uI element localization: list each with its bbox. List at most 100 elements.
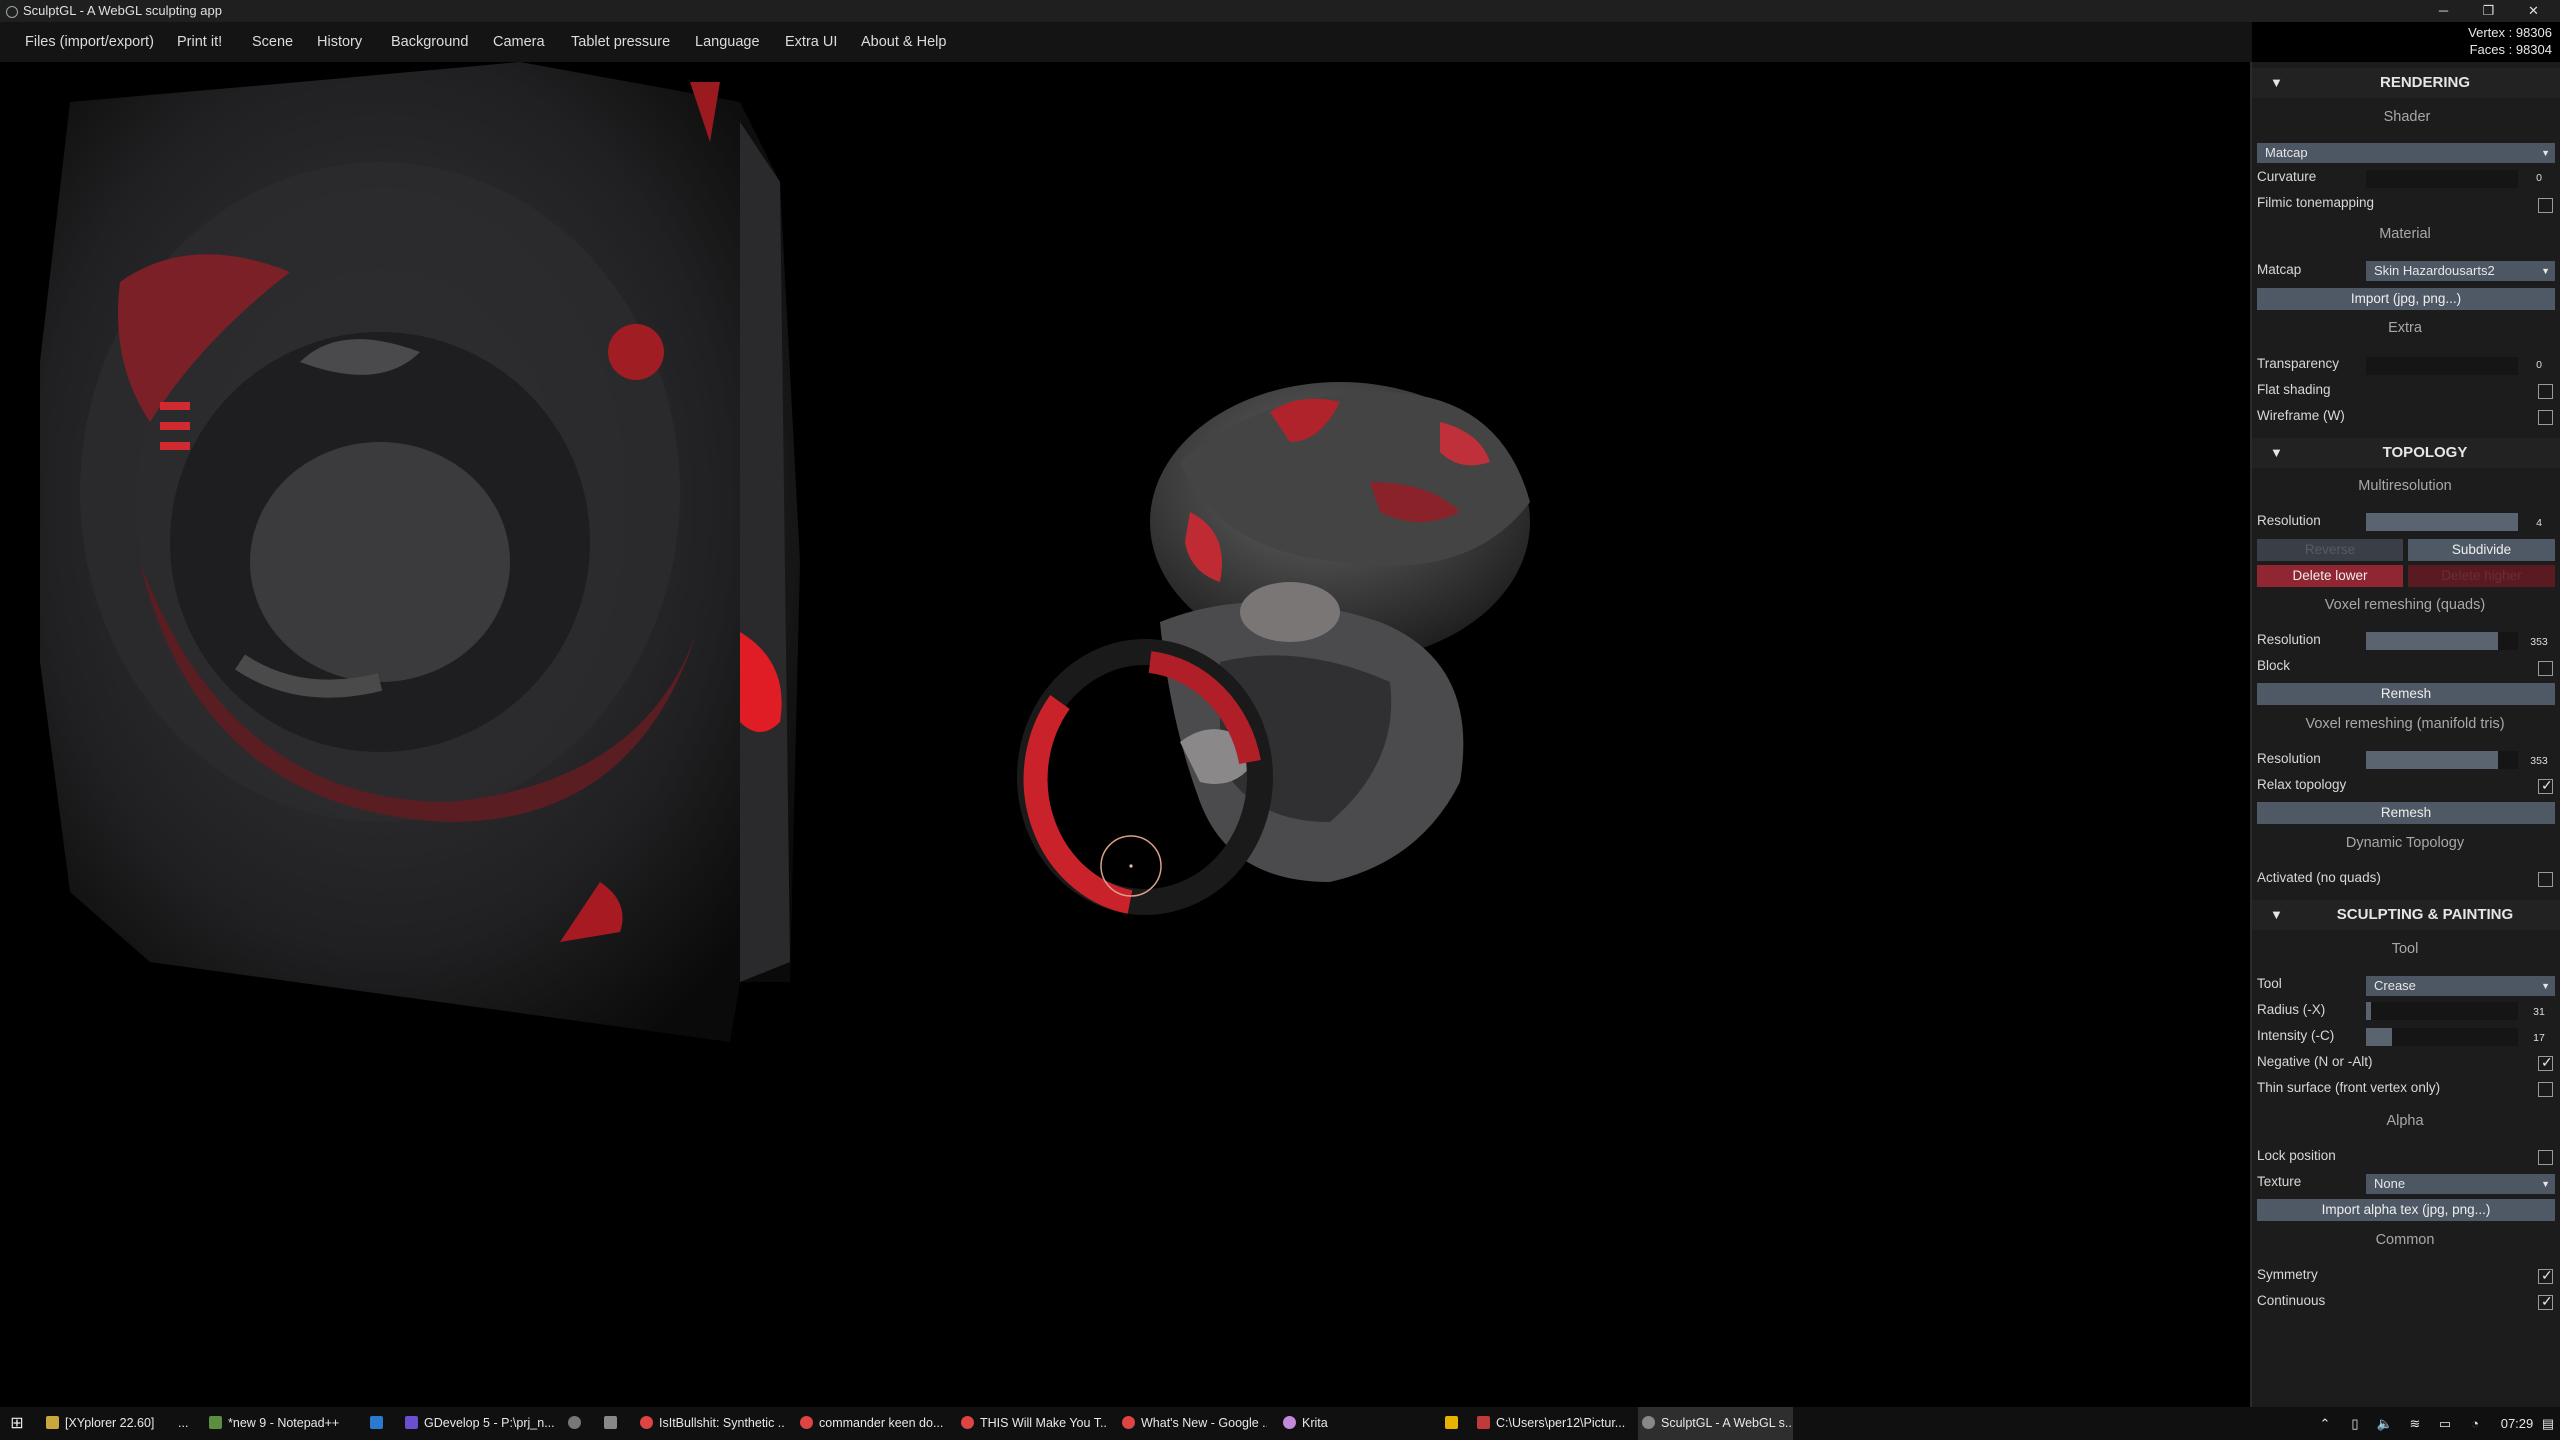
filmic-checkbox[interactable] <box>2538 198 2553 213</box>
menu-tablet-pressure[interactable]: Tablet pressure <box>571 22 670 62</box>
voxel-quads-subtitle: Voxel remeshing (quads) <box>2324 597 2486 613</box>
tray-device-icon[interactable]: ▯ <box>2345 1407 2365 1440</box>
voxel-quads-resolution-value[interactable]: 353 <box>2524 636 2554 648</box>
tray-chevron-up-icon[interactable]: ⌃ <box>2315 1407 2335 1440</box>
voxel-tris-resolution-label: Resolution <box>2257 751 2321 766</box>
radius-slider[interactable] <box>2366 1002 2518 1020</box>
chevron-down-icon: ▼ <box>2541 981 2550 991</box>
lock-position-checkbox[interactable] <box>2538 1150 2553 1165</box>
vertex-count: Vertex : 98306 <box>2468 25 2552 40</box>
continuous-checkbox[interactable]: ✓ <box>2538 1293 2553 1310</box>
voxel-quads-resolution-slider[interactable] <box>2366 632 2518 650</box>
curvature-label: Curvature <box>2257 169 2317 184</box>
transparency-label: Transparency <box>2257 356 2340 371</box>
taskbar-item-explorer[interactable]: C:\Users\per12\Pictur... <box>1477 1407 1632 1440</box>
menu-extra-ui[interactable]: Extra UI <box>785 22 837 62</box>
topology-header[interactable]: ▼ TOPOLOGY <box>2252 438 2560 468</box>
multires-resolution-value[interactable]: 4 <box>2524 517 2554 529</box>
taskbar-item-vscode[interactable] <box>370 1407 390 1440</box>
menu-files[interactable]: Files (import/export) <box>25 22 154 62</box>
notification-icon[interactable]: ▤ <box>2538 1407 2558 1440</box>
menu-print[interactable]: Print it! <box>177 22 222 62</box>
taskbar-item-chrome-3[interactable]: THIS Will Make You T... <box>961 1407 1106 1440</box>
xyplorer-icon <box>46 1416 59 1429</box>
symmetry-checkbox[interactable]: ✓ <box>2538 1267 2553 1284</box>
relax-topology-label: Relax topology <box>2257 777 2347 792</box>
window-title: SculptGL - A WebGL sculpting app <box>23 3 222 18</box>
taskbar-item-calculator[interactable] <box>604 1407 624 1440</box>
tray-battery-icon[interactable]: ▭ <box>2435 1407 2455 1440</box>
taskbar-item-chrome-4[interactable]: What's New - Google ... <box>1122 1407 1267 1440</box>
mesh-stats: Vertex : 98306 Faces : 98304 <box>2468 24 2552 58</box>
chevron-down-icon: ▼ <box>2541 148 2550 158</box>
menu-about-help[interactable]: About & Help <box>861 22 946 62</box>
intensity-slider[interactable] <box>2366 1028 2518 1046</box>
shader-select[interactable]: Matcap ▼ <box>2257 143 2555 163</box>
activated-checkbox[interactable] <box>2538 872 2553 887</box>
menu-camera[interactable]: Camera <box>493 22 545 62</box>
tray-network-icon[interactable]: ≋ <box>2405 1407 2425 1440</box>
continuous-label: Continuous <box>2257 1293 2326 1308</box>
voxel-tris-resolution-slider[interactable] <box>2366 751 2518 769</box>
restore-button[interactable]: ❐ <box>2466 0 2511 22</box>
multires-resolution-label: Resolution <box>2257 513 2321 528</box>
taskbar-item-chrome-1[interactable]: IsItBullshit: Synthetic ... <box>640 1407 785 1440</box>
sculptgl-icon <box>1642 1416 1655 1429</box>
taskbar-item-notepad[interactable]: *new 9 - Notepad++ <box>209 1407 349 1440</box>
menu-history[interactable]: History <box>317 22 362 62</box>
rendering-header[interactable]: ▼ RENDERING <box>2252 68 2560 98</box>
tool-select[interactable]: Crease ▼ <box>2366 976 2555 996</box>
taskbar-item-xyplorer[interactable]: [XYplorer 22.60] <box>46 1407 186 1440</box>
sculpt-viewport[interactable] <box>0 62 2250 1407</box>
material-subtitle: Material <box>2379 226 2431 242</box>
delete-lower-button[interactable]: Delete lower <box>2257 565 2403 587</box>
relax-topology-checkbox[interactable]: ✓ <box>2538 777 2553 794</box>
voxel-tris-resolution-value[interactable]: 353 <box>2524 755 2554 767</box>
viewport-canvas[interactable] <box>0 62 2250 1407</box>
taskbar-item-gdevelop[interactable]: GDevelop 5 - P:\prj_n... <box>405 1407 560 1440</box>
start-windows-icon[interactable]: ⊞ <box>0 1407 34 1440</box>
taskbar-overflow[interactable]: ... <box>178 1407 198 1440</box>
taskbar-item-recorder[interactable] <box>568 1407 588 1440</box>
taskbar-clock[interactable]: 07:29 <box>2492 1407 2542 1440</box>
common-subtitle: Common <box>2375 1232 2435 1248</box>
import-matcap-button[interactable]: Import (jpg, png...) <box>2257 288 2555 310</box>
minimize-button[interactable]: ─ <box>2421 0 2466 22</box>
wireframe-checkbox[interactable] <box>2538 410 2553 425</box>
menu-language[interactable]: Language <box>695 22 760 62</box>
taskbar-item-app-yellow[interactable] <box>1445 1407 1465 1440</box>
transparency-slider[interactable] <box>2366 357 2518 375</box>
curvature-slider[interactable] <box>2366 170 2518 188</box>
import-alpha-button[interactable]: Import alpha tex (jpg, png...) <box>2257 1199 2555 1221</box>
thin-surface-label: Thin surface (front vertex only) <box>2257 1080 2441 1095</box>
tray-wifi-icon[interactable]: ◔ <box>2465 1407 2485 1440</box>
taskbar-item-chrome-2[interactable]: commander keen do... <box>800 1407 945 1440</box>
window-title-bar: SculptGL - A WebGL sculpting app ─ ❐ ✕ <box>0 0 2560 22</box>
multires-resolution-slider[interactable] <box>2366 513 2518 531</box>
close-button[interactable]: ✕ <box>2511 0 2556 22</box>
intensity-value[interactable]: 17 <box>2524 1032 2554 1044</box>
curvature-value[interactable]: 0 <box>2524 172 2554 184</box>
menu-background[interactable]: Background <box>391 22 468 62</box>
reverse-button[interactable]: Reverse <box>2257 539 2403 561</box>
thin-surface-checkbox[interactable] <box>2538 1082 2553 1097</box>
tray-volume-icon[interactable]: 🔈 <box>2375 1407 2395 1440</box>
chrome-icon <box>800 1416 813 1429</box>
menu-scene[interactable]: Scene <box>252 22 293 62</box>
remesh-tris-button[interactable]: Remesh <box>2257 802 2555 824</box>
delete-higher-button[interactable]: Delete higher <box>2408 565 2555 587</box>
transparency-value[interactable]: 0 <box>2524 359 2554 371</box>
flat-shading-checkbox[interactable] <box>2538 384 2553 399</box>
block-checkbox[interactable] <box>2538 661 2553 676</box>
remesh-quads-button[interactable]: Remesh <box>2257 683 2555 705</box>
intensity-slider-fill <box>2366 1028 2392 1046</box>
negative-checkbox[interactable]: ✓ <box>2538 1054 2553 1071</box>
radius-value[interactable]: 31 <box>2524 1006 2554 1018</box>
negative-label: Negative (N or -Alt) <box>2257 1054 2373 1069</box>
taskbar-item-sculptgl[interactable]: SculptGL - A WebGL s... <box>1638 1407 1793 1440</box>
sculpting-header[interactable]: ▼ SCULPTING & PAINTING <box>2252 900 2560 930</box>
subdivide-button[interactable]: Subdivide <box>2408 539 2555 561</box>
matcap-select[interactable]: Skin Hazardousarts2 ▼ <box>2366 261 2555 281</box>
texture-select[interactable]: None ▼ <box>2366 1174 2555 1194</box>
taskbar-item-krita[interactable]: Krita <box>1283 1407 1343 1440</box>
